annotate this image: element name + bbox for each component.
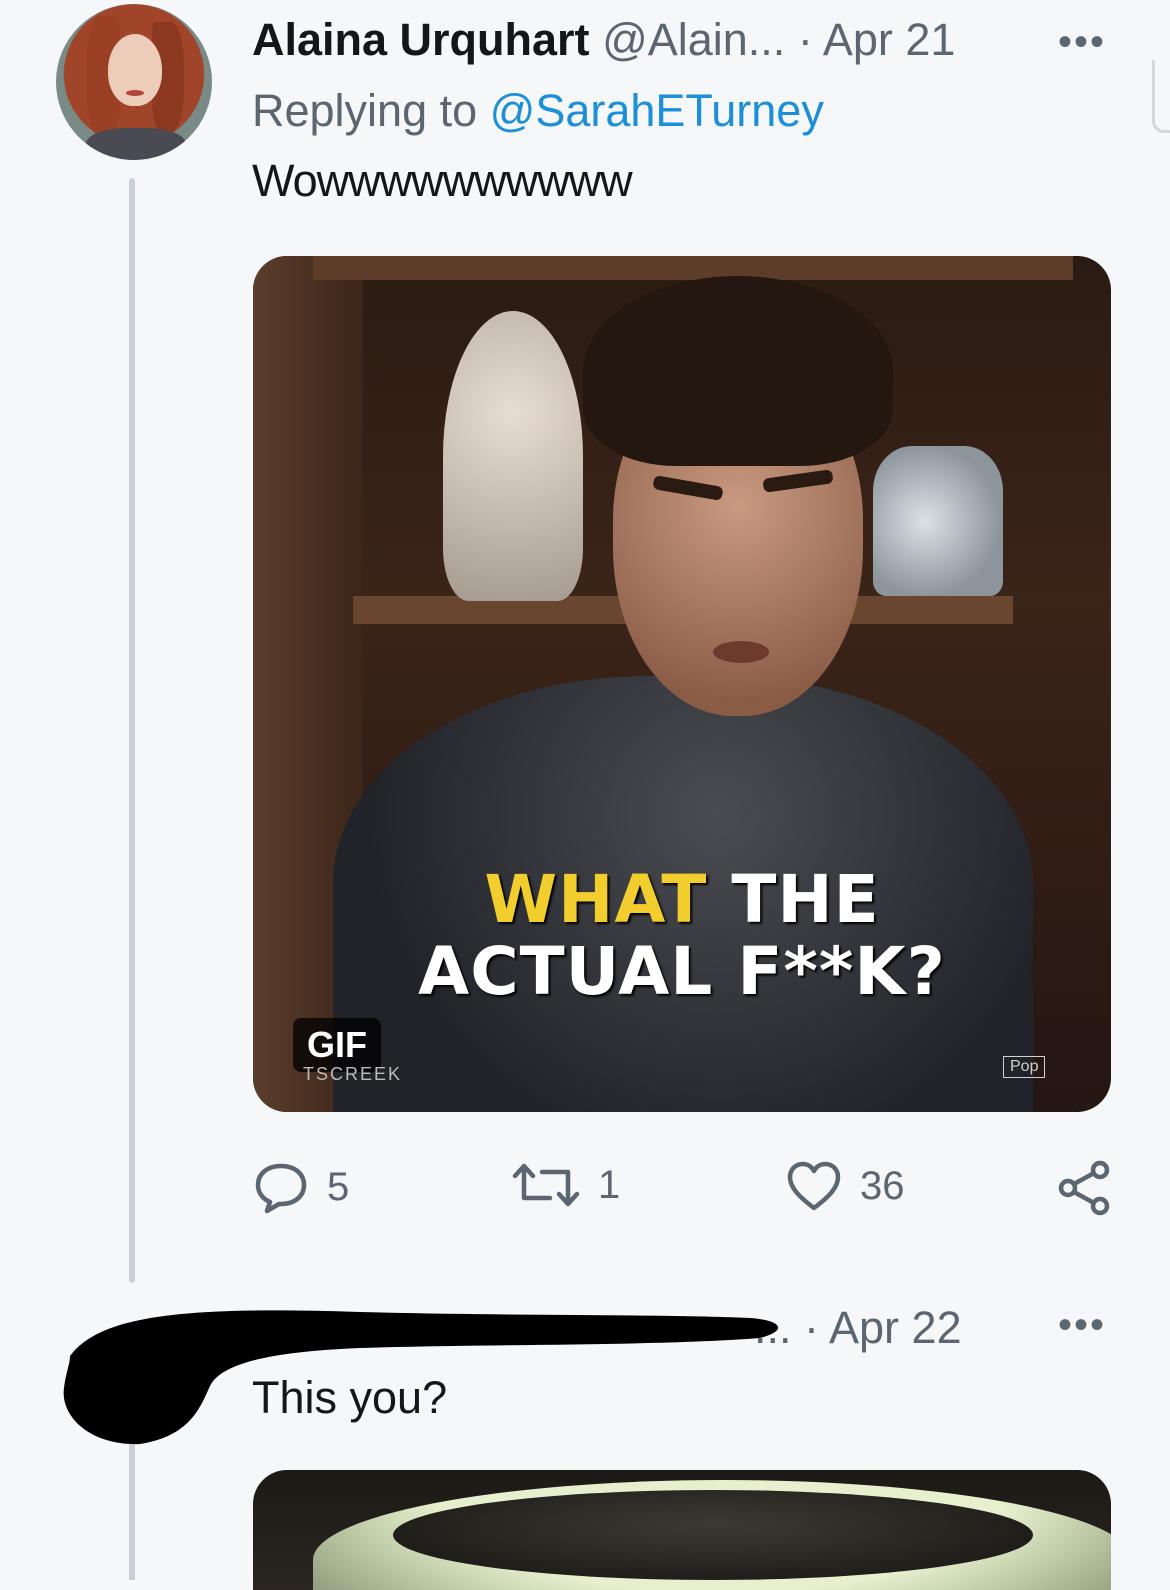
replying-to: Replying to @SarahETurney <box>252 85 824 137</box>
person-mouth <box>713 641 769 663</box>
replying-handle-link[interactable]: @SarahETurney <box>490 85 824 136</box>
replying-prefix: Replying to <box>252 85 478 136</box>
gif-media[interactable]: WHAT THE ACTUAL F**K? GIF TSCREEK Pop <box>253 256 1111 1112</box>
author-name[interactable]: Alaina Urquhart <box>252 14 590 65</box>
background-bust <box>443 311 583 601</box>
gif-caption: WHAT THE ACTUAL F**K? <box>253 864 1111 1008</box>
gif-caption-highlight: WHAT <box>484 861 708 938</box>
heart-icon <box>787 1161 841 1211</box>
share-button[interactable] <box>1056 1160 1112 1216</box>
avatar[interactable] <box>56 4 212 160</box>
avatar-shirt <box>86 128 186 160</box>
tweet2-media[interactable] <box>253 1470 1111 1590</box>
tweet-date[interactable]: · Apr 21 <box>798 14 956 65</box>
gif-caption-line2: ACTUAL F**K? <box>418 933 946 1010</box>
background-figurines <box>873 446 1003 596</box>
tweet-header: Alaina Urquhart @Alain... · Apr 21 <box>252 14 955 66</box>
reply-count: 5 <box>327 1164 350 1209</box>
avatar-lips <box>126 90 144 96</box>
like-count: 36 <box>860 1163 905 1208</box>
more-horizontal-icon[interactable]: ••• <box>1058 20 1106 65</box>
retweet-count: 1 <box>598 1162 621 1207</box>
retweet-icon <box>512 1163 580 1207</box>
like-button[interactable]: 36 <box>786 1160 905 1212</box>
author-handle[interactable]: @Alain... <box>602 14 785 65</box>
media-cup-inner <box>393 1490 1033 1580</box>
gif-caption-line1: WHAT THE <box>253 864 1111 936</box>
more-horizontal-icon[interactable]: ••• <box>1058 1303 1106 1348</box>
reply-bubble-icon <box>255 1163 307 1214</box>
scroll-edge <box>1152 60 1170 133</box>
gif-caption-rest: THE <box>707 861 880 938</box>
tweet-text: Wowwwwwwwwww <box>252 155 633 206</box>
thread-connector-line-lower <box>129 1440 135 1580</box>
person-hair <box>583 276 893 466</box>
reply-button[interactable]: 5 <box>253 1160 349 1214</box>
tweet2-text: This you? <box>252 1372 448 1423</box>
background-shelf-board <box>313 256 1073 280</box>
tweet2-date[interactable]: ... · Apr 22 <box>754 1302 962 1354</box>
gif-watermark: TSCREEK <box>303 1064 403 1084</box>
retweet-button[interactable]: 1 <box>512 1160 620 1210</box>
gif-watermark-logo: Pop <box>1003 1056 1046 1078</box>
thread-connector-line <box>129 178 135 1283</box>
share-icon <box>1058 1160 1110 1216</box>
